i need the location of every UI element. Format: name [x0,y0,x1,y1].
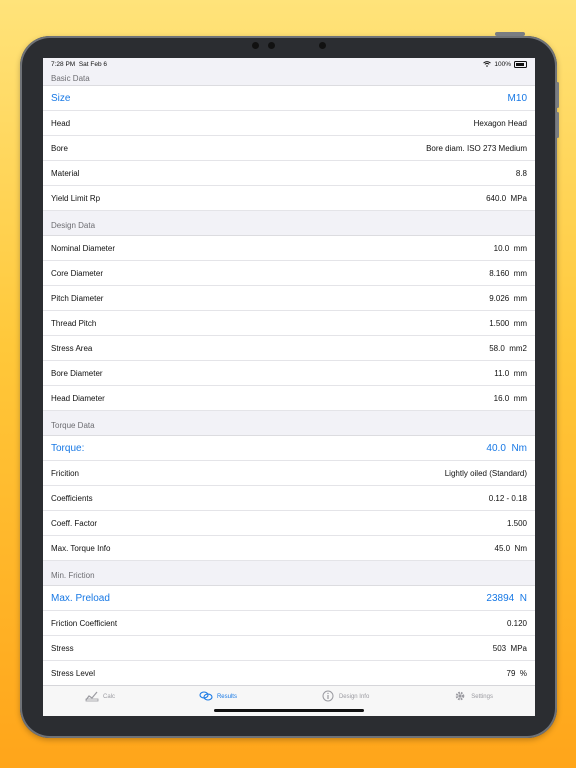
sensor-dot [268,42,275,49]
tab-design-info[interactable]: Design Info [321,690,369,704]
section-header-design-data: Design Data [43,211,535,236]
row-nominal-diameter: Nominal Diameter 10.0 mm [43,236,535,261]
row-label: Fricition [51,468,80,478]
status-right: 100% [483,60,527,68]
info-icon [321,690,335,704]
tab-label: Settings [471,694,493,700]
row-label: Stress [51,643,74,653]
row-label: Material [51,168,80,178]
tab-results[interactable]: Results [199,690,237,704]
row-label: Core Diameter [51,268,104,278]
row-value: 10.0 mm [493,243,527,253]
row-pitch-diameter: Pitch Diameter 9.026 mm [43,286,535,311]
row-value: 0.12 - 0.18 [488,493,527,503]
row-label: Nominal Diameter [51,243,116,253]
row-thread-pitch: Thread Pitch 1.500 mm [43,311,535,336]
row-value: 1.500 [506,518,527,528]
row-value: 1.500 mm [489,318,527,328]
volume-down-button [556,112,559,138]
row-value: 0.120 [506,618,527,628]
status-date: Sat Feb 6 [78,60,108,68]
row-head-diameter: Head Diameter 16.0 mm [43,386,535,411]
row-value: 16.0 mm [493,393,527,403]
row-size[interactable]: Size M10 [43,86,535,111]
section-header-basic-data: Basic Data [43,70,535,86]
row-friction-coefficient: Friction Coefficient 0.120 [43,611,535,636]
row-value: 23894 N [486,592,527,604]
results-list[interactable]: Basic Data Size M10 Head Hexagon Head Bore Bor… [43,70,535,685]
row-label: Stress Level [51,668,96,678]
row-label: Max. Torque Info [51,543,111,553]
row-core-diameter: Core Diameter 8.160 mm [43,261,535,286]
row-stress-area: Stress Area 58.0 mm2 [43,336,535,361]
status-time: 7:28 PM [51,60,76,68]
row-coeff-factor: Coeff. Factor 1.500 [43,511,535,536]
home-indicator[interactable] [214,709,364,712]
row-label: Pitch Diameter [51,293,104,303]
row-stress-level: Stress Level 79 % [43,661,535,685]
calc-icon [85,690,99,704]
volume-up-button [556,82,559,108]
row-label: Head [51,118,71,128]
row-max-torque-info: Max. Torque Info 45.0 Nm [43,536,535,561]
row-label: Bore Diameter [51,368,103,378]
row-label: Size [51,92,71,104]
tab-label: Results [216,694,237,700]
row-value: Hexagon Head [473,118,527,128]
row-value: 40.0 Nm [486,442,527,454]
row-label: Thread Pitch [51,318,97,328]
row-max-preload[interactable]: Max. Preload 23894 N [43,586,535,611]
row-value: 9.026 mm [489,293,527,303]
section-header-min-friction: Min. Friction [43,561,535,586]
row-value: 8.160 mm [489,268,527,278]
battery-icon [514,60,527,68]
section-header-torque-data: Torque Data [43,411,535,436]
row-fricition: Fricition Lightly oiled (Standard) [43,461,535,486]
row-label: Torque: [51,442,85,454]
row-coefficients: Coefficients 0.12 - 0.18 [43,486,535,511]
row-value: 503 MPa [492,643,527,653]
tab-calc[interactable]: Calc [85,690,115,704]
row-label: Max. Preload [51,592,110,604]
status-time-date: 7:28 PM Sat Feb 6 [51,61,107,68]
camera-icon [319,42,326,49]
tab-settings[interactable]: Settings [453,690,493,704]
row-torque[interactable]: Torque: 40.0 Nm [43,436,535,461]
row-value: Bore diam. ISO 273 Medium [426,143,527,153]
row-value: 45.0 Nm [494,543,527,553]
results-icon [199,690,213,704]
row-label: Yield Limit Rp [51,193,101,203]
row-head: Head Hexagon Head [43,111,535,136]
wifi-icon [483,61,492,67]
status-bar: 7:28 PM Sat Feb 6 100% [43,58,535,70]
row-value: Lightly oiled (Standard) [444,468,527,478]
row-value: M10 [507,92,527,104]
app-screen: 7:28 PM Sat Feb 6 100% Basic Data Size M10… [43,58,535,716]
row-yield-limit-rp: Yield Limit Rp 640.0 MPa [43,186,535,211]
row-label: Bore [51,143,68,153]
tab-label: Calc [102,694,115,700]
row-label: Friction Coefficient [51,618,118,628]
row-value: 640.0 MPa [486,193,527,203]
row-label: Stress Area [51,343,93,353]
row-value: 79 % [506,668,527,678]
row-material: Material 8.8 [43,161,535,186]
row-value: 8.8 [515,168,527,178]
row-bore-diameter: Bore Diameter 11.0 mm [43,361,535,386]
row-value: 58.0 mm2 [489,343,527,353]
tab-label: Design Info [338,694,370,700]
battery-percent: 100% [494,60,511,68]
row-stress: Stress 503 MPa [43,636,535,661]
row-bore: Bore Bore diam. ISO 273 Medium [43,136,535,161]
sensor-dot [252,42,259,49]
top-button [495,32,525,36]
row-value: 11.0 mm [494,368,527,378]
row-label: Head Diameter [51,393,105,403]
row-label: Coeff. Factor [51,518,98,528]
gear-icon [453,690,467,704]
row-label: Coefficients [51,493,93,503]
